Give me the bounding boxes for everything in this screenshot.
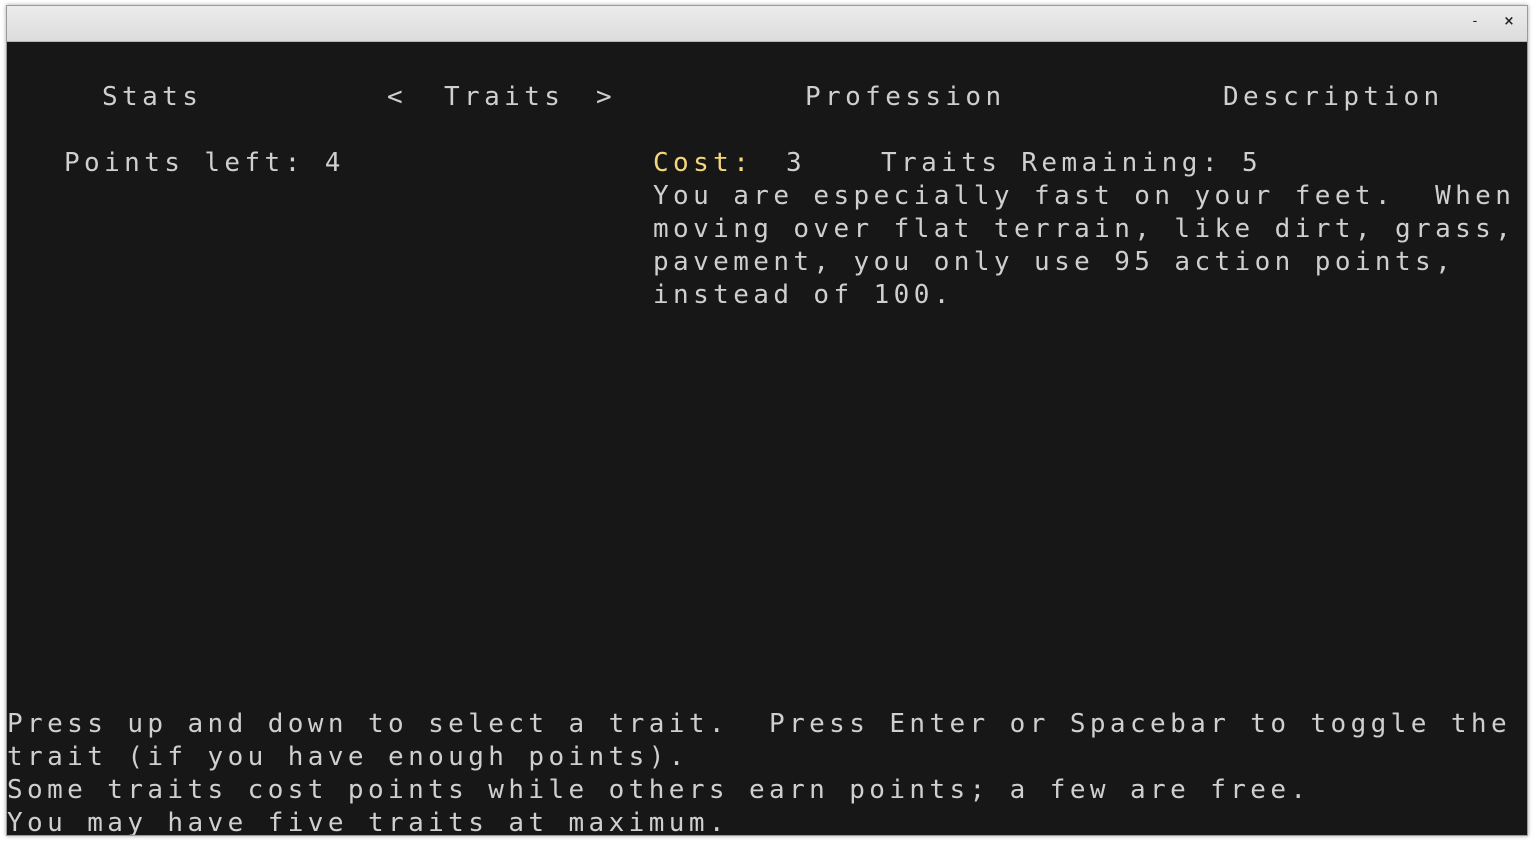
cost-label: Cost: (653, 148, 754, 178)
trait-description-line: pavement, you only use 95 action points, (653, 247, 1456, 277)
tab-description[interactable]: Description (1223, 81, 1444, 114)
tab-next-arrow[interactable]: > (596, 81, 616, 114)
trait-description-line: instead of 100. (653, 280, 954, 310)
help-line: Press up and down to select a trait. Pre… (7, 709, 1511, 739)
help-line: Some traits cost points while others ear… (7, 775, 1311, 805)
cost-value: 3 (786, 148, 807, 178)
title-bar: - × (7, 6, 1527, 42)
trait-description-line: moving over flat terrain, like dirt, gra… (653, 214, 1528, 244)
minimize-button[interactable]: - (1467, 14, 1483, 30)
game-window: - × Stats < Traits > Profession Descript… (6, 5, 1528, 836)
trait-description-line: You are especially fast on your feet. Wh… (653, 181, 1516, 211)
tab-stats[interactable]: Stats (102, 81, 202, 114)
terminal-screen: Stats < Traits > Profession Description … (7, 42, 1527, 835)
help-line: trait (if you have enough points). (7, 742, 689, 772)
traits-remaining: Traits Remaining: 5 (881, 148, 1263, 178)
tab-traits[interactable]: Traits (444, 81, 564, 114)
close-button[interactable]: × (1501, 14, 1517, 30)
points-left: Points left: 4 (64, 148, 345, 178)
tab-profession[interactable]: Profession (805, 81, 1006, 114)
tab-prev-arrow[interactable]: < (387, 81, 407, 114)
help-line: You may have five traits at maximum. (7, 808, 729, 836)
